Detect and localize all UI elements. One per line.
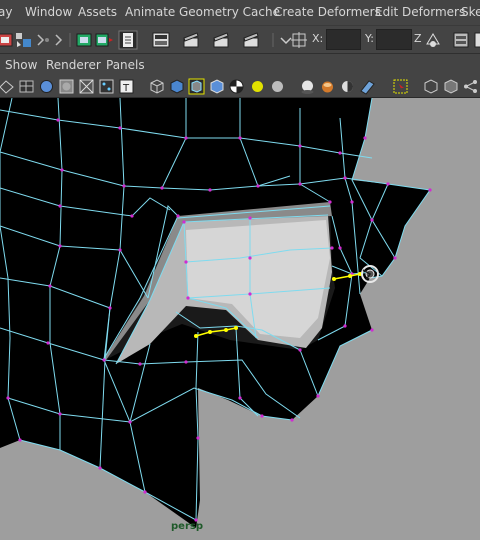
status-line: X: Y: Z	[0, 26, 480, 54]
main-menubar: ay Window Assets Animate Geometry Cache …	[0, 0, 480, 26]
perspective-viewport[interactable]: persp	[0, 98, 480, 540]
menu-edit-deformers[interactable]: Edit Deformers	[375, 5, 465, 19]
panel-menu-show[interactable]: Show	[5, 58, 37, 72]
select-by-object-type-icon[interactable]	[14, 30, 34, 50]
render-frame-icon[interactable]	[74, 30, 94, 50]
camera-label: persp	[171, 521, 203, 532]
lasso-transform-icon[interactable]	[423, 30, 443, 50]
mesh-wireframe	[0, 98, 432, 528]
y-field-label: Y:	[365, 32, 374, 45]
ambient-occlusion-icon[interactable]	[269, 78, 286, 95]
xray-joints-icon[interactable]	[422, 78, 439, 95]
shadows-icon[interactable]	[299, 78, 316, 95]
menu-create-deformers[interactable]: Create Deformers	[274, 5, 381, 19]
default-material-icon[interactable]	[208, 78, 225, 95]
screen-space-ao-icon[interactable]	[319, 78, 336, 95]
menu-animate[interactable]: Animate	[125, 5, 175, 19]
panel-menu-panels[interactable]: Panels	[106, 58, 145, 72]
y-field[interactable]	[376, 29, 412, 50]
absolute-transform-icon[interactable]	[289, 30, 309, 50]
isolate-select-icon[interactable]	[392, 78, 409, 95]
clapper-3-icon[interactable]	[241, 30, 261, 50]
shaded-cube-icon[interactable]	[168, 78, 185, 95]
panel-menu-renderer[interactable]: Renderer	[46, 58, 101, 72]
xray-active-components-icon[interactable]	[442, 78, 459, 95]
textured-icon[interactable]: T	[118, 78, 135, 95]
tool-settings-icon[interactable]	[472, 30, 480, 50]
flat-shade-icon[interactable]	[58, 78, 75, 95]
clapper-icon[interactable]	[181, 30, 201, 50]
svg-text:T: T	[122, 83, 130, 94]
motion-blur-icon[interactable]	[339, 78, 356, 95]
clapper-2-icon[interactable]	[211, 30, 231, 50]
grid-icon[interactable]	[18, 78, 35, 95]
menu-window[interactable]: Window	[25, 5, 72, 19]
show-hypershade-icon[interactable]	[151, 30, 171, 50]
menu-display[interactable]: ay	[0, 5, 12, 19]
light-icon[interactable]	[249, 78, 266, 95]
z-field-label: Z	[414, 32, 422, 45]
multisample-icon[interactable]	[359, 78, 376, 95]
x-field-label: X:	[312, 32, 324, 45]
x-field[interactable]	[326, 29, 361, 50]
viewport-toolbar: T	[0, 75, 480, 98]
panel-menubar: Show Renderer Panels	[0, 55, 480, 75]
ipr-render-icon[interactable]	[94, 30, 114, 50]
menu-skeleton[interactable]: Skel	[461, 5, 480, 19]
render-settings-icon[interactable]	[118, 30, 138, 50]
xray-icon[interactable]	[98, 78, 115, 95]
share-icon[interactable]	[462, 78, 479, 95]
wire-cube-icon[interactable]	[148, 78, 165, 95]
wireframe-shaded-toggle-icon[interactable]	[188, 78, 205, 95]
select-camera-icon[interactable]	[0, 78, 15, 95]
menu-geometry-cache[interactable]: Geometry Cache	[179, 5, 280, 19]
attribute-editor-icon[interactable]	[451, 30, 471, 50]
menu-assets[interactable]: Assets	[78, 5, 117, 19]
checker-icon[interactable]	[228, 78, 245, 95]
smooth-shade-icon[interactable]	[38, 78, 55, 95]
wireframe-on-shaded-icon[interactable]	[78, 78, 95, 95]
